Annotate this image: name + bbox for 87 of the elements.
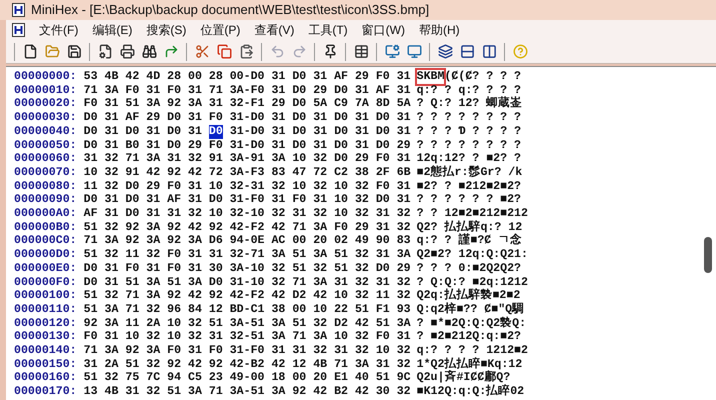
- address: 00000030:: [14, 111, 77, 125]
- address: 000000C0:: [14, 234, 77, 248]
- hex-bytes: 71 3A F0 31 F0 31 71 3A-F0 31 D0 29 D0 31 AF 31: [84, 84, 411, 98]
- hex-bytes: 13 4B 31 32 51 3A 71 3A-51 3A 92 42 B2 42 30 32: [84, 385, 411, 399]
- ascii-text: ? ? ? ? ? ? ? ?: [416, 111, 521, 125]
- address: 00000010:: [14, 84, 77, 98]
- address: 00000100:: [14, 289, 77, 303]
- hex-bytes: 31-D0 31 D0 31 D0 31 D0 31: [230, 124, 411, 139]
- hex-bytes: 71 3A 92 3A 92 3A D6 94-0E AC 00 20 02 49 90 83: [84, 234, 411, 248]
- scrollbar-thumb[interactable]: [704, 237, 712, 273]
- ascii-text: ? ? 12■2■212■212: [416, 207, 528, 220]
- address: 00000080:: [14, 180, 77, 194]
- ascii-text: q:? ? ? ? 1212■2: [416, 344, 528, 358]
- byte-cursor[interactable]: D0: [208, 124, 223, 139]
- address: 000000B0:: [14, 220, 77, 234]
- menu-item[interactable]: 文件(F): [39, 21, 78, 39]
- ascii-text: ? ■2■212Q:q:■2?: [416, 330, 521, 344]
- address: 00000140:: [14, 344, 77, 358]
- hex-bytes: F0 31 51 3A 92 3A 31 32-F1 29 D0 5A C9 7A 8D 5A: [84, 97, 411, 112]
- hex-bytes: 31 2A 51 32 92 42 92 42-B2 42 12 4B 71 3A 31 32: [84, 358, 411, 372]
- marked-text: SKBM: [416, 70, 444, 84]
- hex-bytes: D0 31 51 3A 51 3A D0 31-10 32 71 3A 31 32 31 32: [84, 276, 411, 290]
- hex-bytes: 51 32 92 3A 92 42 92 42-F2 42 71 3A F0 29 31 32: [84, 220, 411, 234]
- menu-item[interactable]: 编辑(E): [92, 21, 132, 39]
- ascii-text: ? ■*■2Q:Q:Q2褺Q:: [416, 316, 526, 330]
- menu-item[interactable]: 查看(V): [254, 21, 294, 39]
- hex-bytes: D0 31 B0 31 D0 29 F0 31-D0 31 D0 31 D0 31 D0 29: [84, 138, 411, 152]
- address: 00000130:: [14, 330, 77, 344]
- address: 00000110:: [14, 302, 77, 317]
- hex-bytes: 51 32 71 3A 92 42 92 42-F2 42 D2 42 10 32 11 32: [84, 289, 411, 303]
- hex-bytes: D0 31 AF 29 D0 31 F0 31-D0 31 D0 31 D0 31 D0 31: [84, 111, 411, 125]
- ascii-text: ? Q:Q:? ■2q:1212: [416, 276, 528, 289]
- ascii-text: q:? ? q:? ? ? ?: [416, 84, 521, 97]
- address: 00000090:: [14, 193, 77, 208]
- hex-bytes: 31 32 71 3A 31 32 91 3A-91 3A 10 32 D0 29 F0 31: [84, 152, 411, 166]
- hex-bytes: 51 3A 71 32 96 84 12 BD-C1 38 00 10 22 51 F1 93: [84, 302, 411, 317]
- hex-bytes: D0 31 D0 31 D0 31: [84, 124, 202, 139]
- hex-bytes: 53 4B 42 4D 28 00 28 00-D0 31 D0 31 AF 29 F0 31: [84, 70, 411, 84]
- ascii-text: ? ? ? Ɗ ? ? ? ?: [416, 124, 522, 139]
- ascii-text: ? Q:? 12? 蝍蔵崟: [416, 97, 522, 112]
- hex-bytes: AF 31 D0 31 31 32 10 32-10 32 31 32 10 32 31 32: [84, 207, 411, 221]
- ascii-text: ? ? ? ? ? ? ■2?: [416, 193, 521, 208]
- menu-item[interactable]: 工具(T): [308, 21, 348, 39]
- ascii-text: Q:q2梓■?? Ȼ■"Q騆: [416, 302, 524, 316]
- address: 00000070:: [14, 166, 77, 180]
- ascii-text: q:? ? 謹■?Ȼ ㄱ念: [416, 234, 522, 248]
- ascii-text: ? ? ? ? ? ? ? ?: [416, 138, 521, 152]
- hex-bytes: 71 3A 92 3A F0 31 F0 31-F0 31 31 32 31 32 10 32: [84, 344, 411, 358]
- ascii-text: Q2u|斉#IȻȻ鄘Q?: [416, 371, 510, 384]
- ascii-text: ■2態払r:髿Gr? /k: [416, 166, 522, 180]
- ascii-text: ■2? ? ■212■2■2?: [416, 180, 521, 194]
- hex-bytes: 92 3A 11 2A 10 32 51 3A-51 3A 51 32 D2 42 51 3A: [84, 316, 411, 330]
- ascii-text: ■K12Q:q:Q:払睟02: [416, 385, 524, 399]
- address: 00000120:: [14, 316, 77, 330]
- ascii-text: Q2■2? 12q:Q:Q21:: [416, 248, 528, 262]
- menu-item[interactable]: 窗口(W): [362, 21, 405, 39]
- address: 00000050:: [14, 138, 77, 152]
- address: 00000160:: [14, 371, 77, 386]
- address: 000000F0:: [14, 276, 77, 290]
- ascii-text: (Ȼ(Ȼ? ? ? ?: [444, 70, 521, 84]
- ascii-text: 1*Q2払払睟■Kq:12: [416, 358, 522, 371]
- address: 00000150:: [14, 358, 77, 372]
- hex-bytes: 10 32 91 42 92 42 72 3A-F3 83 47 72 C2 38 2F 6B: [84, 166, 411, 180]
- address: 000000D0:: [14, 248, 77, 262]
- hex-bytes: D0 31 F0 31 F0 31 30 3A-10 32 51 32 51 32 D0 29: [84, 262, 411, 276]
- ascii-text: 12q:12? ? ■2? ?: [416, 152, 521, 166]
- ascii-text: Q2q:払払騂褺■2■2: [416, 289, 520, 302]
- menu-item[interactable]: 搜索(S): [146, 21, 186, 39]
- app-icon: [12, 3, 25, 17]
- address: 00000000:: [14, 70, 77, 84]
- app-icon: [12, 23, 25, 37]
- hex-bytes: 11 32 D0 29 F0 31 10 32-31 32 10 32 10 32 F0 31: [84, 180, 411, 194]
- hex-bytes: D0 31 D0 31 AF 31 D0 31-F0 31 F0 31 10 32 D0 31: [84, 193, 411, 208]
- address: 000000E0:: [14, 262, 77, 276]
- address: 000000A0:: [14, 207, 77, 221]
- address: 00000020:: [14, 97, 77, 112]
- menu-item[interactable]: 帮助(H): [418, 21, 460, 39]
- menu-item[interactable]: 位置(P): [200, 21, 240, 39]
- ascii-text: Q2? 払払騂q:? 12: [416, 220, 522, 234]
- hex-bytes: 51 32 75 7C 94 C5 23 49-00 18 00 20 E1 40 51 9C: [84, 371, 411, 386]
- hex-bytes: F0 31 10 32 10 32 31 32-51 3A 71 3A 10 32 F0 31: [84, 330, 411, 344]
- address: 00000060:: [14, 152, 77, 166]
- ascii-text: ? ? ? 0:■2Q2Q2?: [416, 262, 521, 276]
- address: 00000040:: [14, 124, 77, 139]
- hex-bytes: 51 32 11 32 F0 31 31 32-71 3A 51 3A 51 32 31 3A: [84, 248, 411, 262]
- window-title: MiniHex - [E:\Backup\backup document\WEB\test\test\icon\3SS.bmp]: [31, 1, 430, 20]
- address: 00000170:: [14, 385, 77, 399]
